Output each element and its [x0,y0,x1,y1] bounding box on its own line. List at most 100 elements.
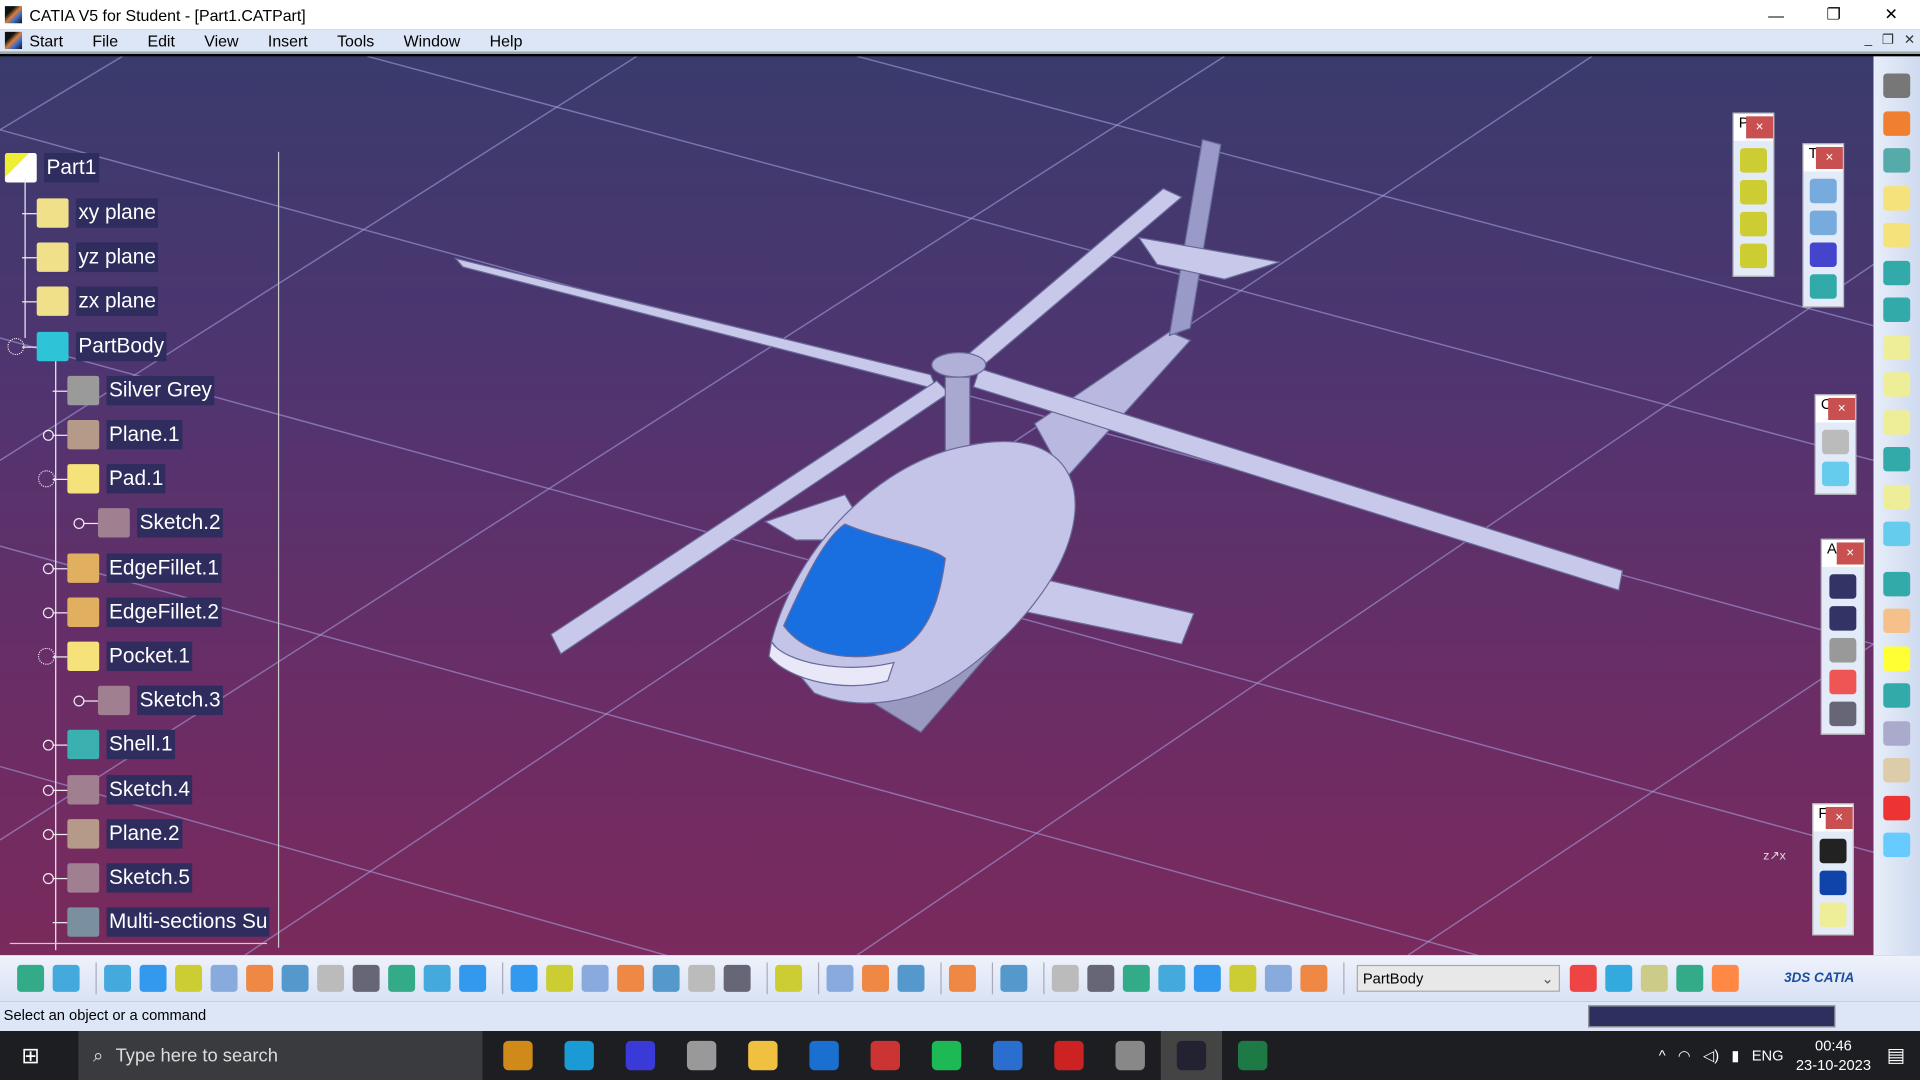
command-input[interactable] [1588,1005,1836,1028]
expand-toggle[interactable] [73,518,85,530]
remove-face-icon[interactable] [1883,795,1911,820]
surface-split-icon[interactable] [1883,832,1911,858]
hole-icon[interactable] [1883,334,1911,360]
tree-item[interactable]: Shell.1 [67,729,176,761]
power-copy-icon[interactable] [1740,148,1767,173]
tree-item[interactable]: xy plane [36,197,159,229]
tree-item[interactable]: Pad.1 [67,463,166,495]
close-icon[interactable]: × [1828,397,1856,421]
settings-icon[interactable] [1883,73,1911,98]
start-button[interactable]: ⊞ [0,1031,61,1080]
pocket-icon[interactable] [1883,222,1911,248]
close-icon[interactable]: × [1746,116,1774,139]
manipulator-icon[interactable] [1087,964,1115,992]
solidworks-taskbar-button[interactable] [1038,1031,1099,1080]
line-icon[interactable] [1819,870,1847,896]
annotation-plane-icon[interactable] [1829,637,1857,663]
menu-start[interactable]: Start [29,31,63,49]
removed-multi-section-icon[interactable] [1883,521,1911,547]
plane-icon[interactable] [1819,902,1847,927]
close-icon[interactable]: × [1825,806,1853,829]
power-copy-red-icon[interactable] [1740,180,1767,205]
expand-toggle[interactable] [42,429,54,441]
affinity-taskbar-button[interactable] [610,1031,671,1080]
doc-restore-button[interactable]: ❐ [1882,32,1894,48]
tool-icon[interactable] [1229,964,1257,992]
doc-minimize-button[interactable]: _ [1865,32,1873,48]
workbench-taskbar-button[interactable] [1100,1031,1161,1080]
close-icon[interactable]: × [1836,542,1864,565]
briefcase-app-taskbar-button[interactable] [487,1031,548,1080]
tree-item[interactable]: EdgeFillet.2 [67,596,222,628]
expand-toggle[interactable] [37,470,56,488]
normal-view-icon[interactable] [317,964,345,992]
document-icon[interactable] [4,31,23,49]
tree-item[interactable]: yz plane [36,241,159,273]
flag-note-icon[interactable] [1829,606,1857,631]
zoom-out-icon[interactable] [281,964,309,992]
capture-icon[interactable] [948,964,976,992]
tree-item[interactable]: EdgeFillet.1 [67,552,222,584]
groove-icon[interactable] [1883,297,1911,323]
expand-toggle[interactable] [42,740,54,752]
menu-edit[interactable]: Edit [147,31,174,49]
knowledge-icon[interactable] [1711,964,1739,992]
expand-toggle[interactable] [42,873,54,885]
undo-icon[interactable] [17,964,45,992]
rotate-icon[interactable] [210,964,238,992]
expand-toggle[interactable] [42,562,54,574]
restore-button[interactable]: ❐ [1805,0,1863,29]
zoom-in-icon[interactable] [246,964,274,992]
chevron-up-icon[interactable]: ^ [1659,1047,1666,1064]
shell-icon[interactable] [1883,683,1911,708]
sketch-icon[interactable] [1883,148,1911,173]
update-icon[interactable] [1051,964,1079,992]
grid-icon[interactable] [1000,964,1028,992]
measure-icon[interactable] [723,964,751,992]
measure-item-icon[interactable] [862,964,889,992]
power-copy-blue-icon[interactable] [1740,211,1767,237]
redo-icon[interactable] [52,964,80,992]
notepad-taskbar-button[interactable] [977,1031,1038,1080]
power-copy-instantiate-icon[interactable] [1740,243,1767,269]
measure-between-icon[interactable] [826,964,854,992]
multi-section-solid-icon[interactable] [1883,484,1911,509]
fit-all-icon[interactable] [139,964,167,992]
file-explorer-taskbar-button[interactable] [732,1031,793,1080]
snap-icon[interactable] [1158,964,1186,992]
scaling-icon[interactable] [1809,274,1837,299]
chamfer-icon[interactable] [1883,608,1911,634]
tree-root[interactable]: Part1 [4,152,99,184]
minimize-button[interactable]: — [1747,0,1805,29]
pan-icon[interactable] [175,964,203,992]
current-body-select[interactable]: PartBody ⌄ [1356,964,1561,992]
3d-viewport[interactable]: Part1 xy plane yz plane zx plane PartBody Sil… [0,56,1874,956]
constraint-dialog-icon[interactable] [1822,429,1849,455]
color-analysis-icon[interactable] [1640,964,1668,992]
boolean-icon[interactable] [1193,964,1221,992]
tree-scrollbar[interactable] [277,151,295,948]
close-button[interactable]: ✕ [1862,0,1920,29]
mirror-icon[interactable] [1809,210,1837,236]
close-icon[interactable]: × [1815,146,1843,169]
apply-material-icon[interactable] [688,964,716,992]
comment-icon[interactable] [546,964,574,992]
tree-item[interactable]: Multi-sections Su [67,906,270,938]
thread-icon[interactable] [1883,757,1911,783]
tree-item[interactable]: zx plane [36,286,159,318]
pattern-icon[interactable] [1809,242,1837,267]
tree-item[interactable]: Sketch.2 [97,507,224,539]
pad-icon[interactable] [1883,185,1911,211]
excel-taskbar-button[interactable] [1222,1031,1283,1080]
draft-icon[interactable] [1883,645,1911,671]
compass-axis-icon[interactable]: z↗x [1763,850,1786,863]
iso-view-icon[interactable] [352,964,380,992]
spotify-taskbar-button[interactable] [916,1031,977,1080]
unity-taskbar-button[interactable] [671,1031,732,1080]
rib-icon[interactable] [1883,372,1911,397]
swap-space-icon[interactable] [459,964,487,992]
translate-icon[interactable] [1809,178,1837,204]
tree-item[interactable]: Pocket.1 [67,640,193,672]
tree-horizontal-scrollbar[interactable] [9,942,267,945]
instant-analysis-icon[interactable] [1569,964,1597,992]
